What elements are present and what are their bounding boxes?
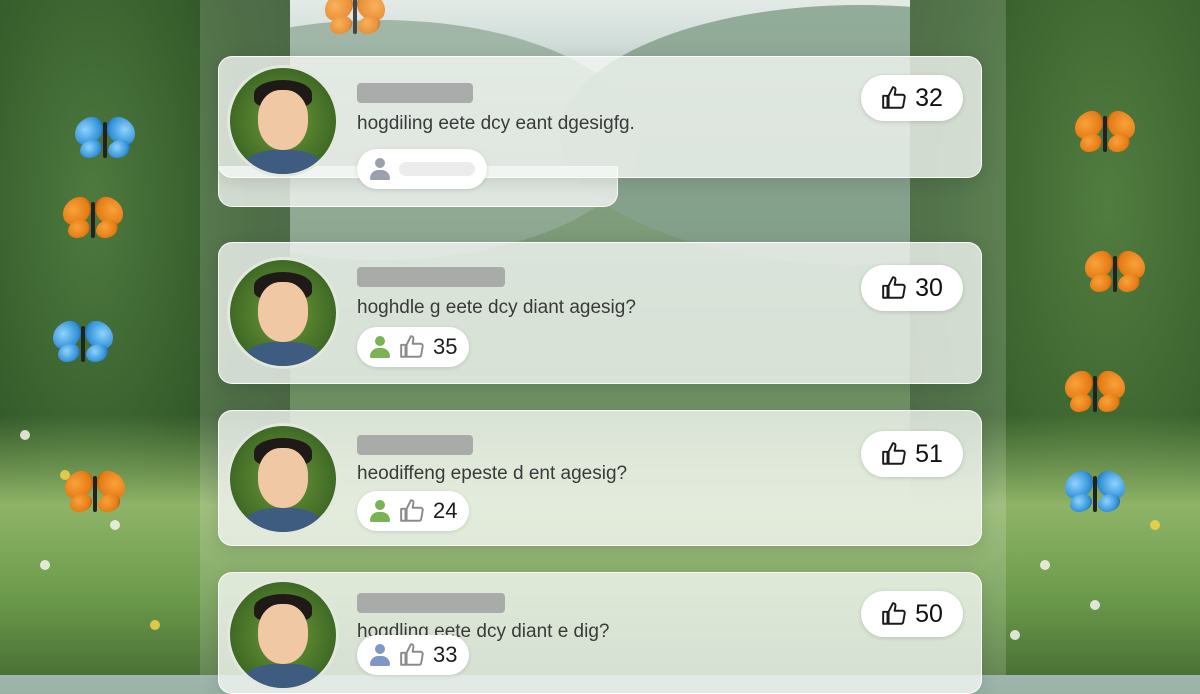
- thumbs-up-icon: [881, 601, 907, 627]
- user-icon: [369, 335, 391, 359]
- like-button[interactable]: 51: [861, 431, 963, 477]
- comment-card: heodiffeng epeste d ent agesig? 24 51: [218, 410, 982, 546]
- like-count: 50: [915, 599, 943, 628]
- butterfly-icon: [70, 113, 140, 166]
- thumbs-up-icon: [399, 334, 425, 360]
- thumbs-up-icon: [399, 642, 425, 668]
- butterfly-icon: [60, 467, 130, 520]
- username-placeholder: [357, 593, 505, 613]
- reply-input[interactable]: [357, 149, 487, 189]
- thumbs-up-icon: [881, 85, 907, 111]
- thumbs-up-icon: [881, 441, 907, 467]
- reaction-count: 35: [433, 334, 458, 359]
- username-placeholder: [357, 83, 473, 103]
- butterfly-icon: [1060, 367, 1130, 420]
- like-count: 30: [915, 273, 943, 302]
- like-button[interactable]: 32: [861, 75, 963, 121]
- avatar[interactable]: [227, 579, 339, 691]
- reply-placeholder: [399, 162, 475, 176]
- reaction-pill[interactable]: 33: [357, 635, 470, 675]
- like-count: 51: [915, 439, 943, 468]
- avatar[interactable]: [227, 423, 339, 535]
- comment-text: hoghdle g eete dcy diant agesig?: [357, 297, 636, 318]
- username-placeholder: [357, 267, 505, 287]
- username-placeholder: [357, 435, 473, 455]
- reaction-count: 33: [433, 642, 458, 667]
- reaction-pill[interactable]: 24: [357, 491, 470, 531]
- like-button[interactable]: 50: [861, 591, 963, 637]
- reaction-pill[interactable]: 35: [357, 327, 470, 367]
- comment-card: hogdling eete dcy diant e dig? 33 50: [218, 572, 982, 694]
- butterfly-icon: [1070, 107, 1140, 160]
- comment-card: hogdiling eete dcy eant dgesigfg. 32: [218, 56, 982, 189]
- thumbs-up-icon: [399, 498, 425, 524]
- butterfly-icon: [1080, 247, 1150, 300]
- thumbs-up-icon: [881, 275, 907, 301]
- butterfly-icon: [1060, 467, 1130, 520]
- like-button[interactable]: 30: [861, 265, 963, 311]
- user-icon: [369, 643, 391, 667]
- user-icon: [369, 499, 391, 523]
- comment-text: hogdiling eete dcy eant dgesigfg.: [357, 113, 635, 134]
- user-icon: [369, 157, 391, 181]
- comment-card: hoghdle g eete dcy diant agesig? 35 30: [218, 242, 982, 384]
- reaction-count: 24: [433, 498, 458, 523]
- butterfly-icon: [58, 193, 128, 246]
- comment-text: heodiffeng epeste d ent agesig?: [357, 463, 628, 484]
- avatar[interactable]: [227, 257, 339, 369]
- like-count: 32: [915, 83, 943, 112]
- avatar[interactable]: [227, 65, 339, 177]
- butterfly-icon: [48, 317, 118, 370]
